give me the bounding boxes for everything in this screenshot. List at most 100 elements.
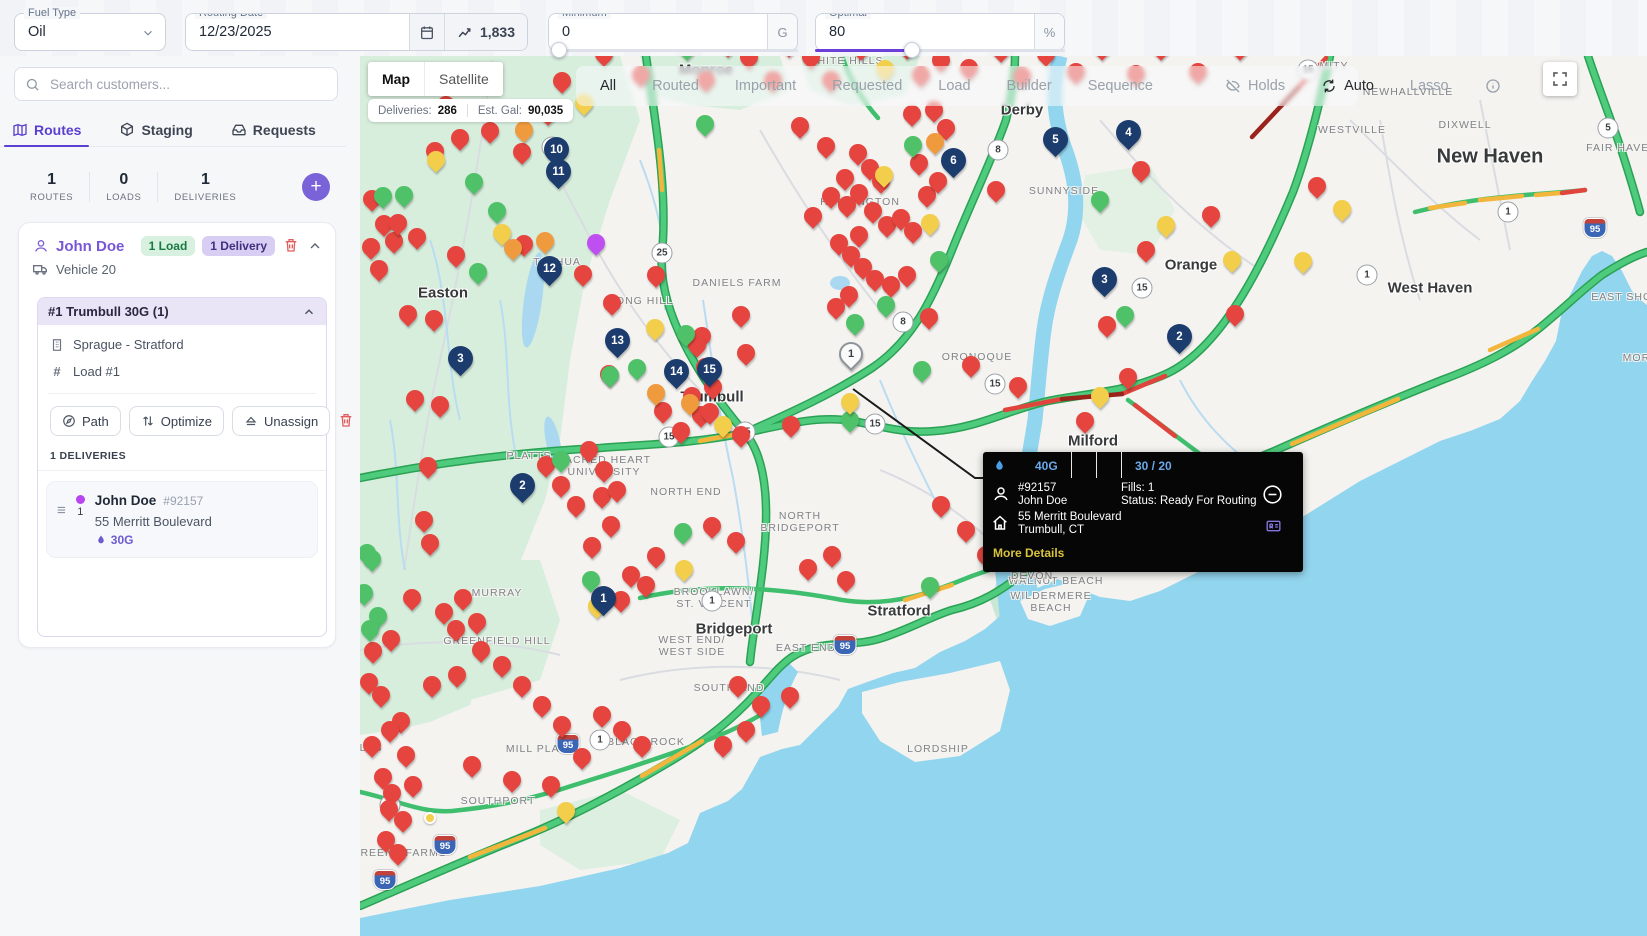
route-shield: 1	[1497, 201, 1519, 223]
map-filter-info[interactable]	[1485, 78, 1501, 94]
search-box[interactable]	[14, 67, 338, 101]
unassign-button[interactable]: Unassign	[232, 406, 331, 436]
more-details-link[interactable]: More Details	[993, 546, 1064, 560]
tank-icon	[98, 535, 104, 544]
stat-deliveries: 1 DELIVERIES	[174, 171, 237, 203]
routing-date-group: Routing Date 12/23/2025 1,833	[185, 13, 528, 51]
delivery-list-item[interactable]: ≡ 1 John Doe #92157 55 Merritt Boulevard …	[46, 481, 318, 558]
tab-staging[interactable]: Staging	[115, 114, 196, 146]
eject-icon	[245, 416, 257, 426]
person-icon	[994, 487, 1008, 501]
optimal-value: 80	[829, 24, 846, 40]
fuel-type-select[interactable]: Fuel Type Oil	[14, 7, 166, 51]
tooltip-gallons: 40G	[1035, 459, 1058, 473]
map-filter-auto[interactable]: Auto	[1321, 78, 1374, 94]
map-area-label: WEST END/WEST SIDE	[658, 634, 726, 658]
person-icon	[35, 240, 47, 252]
interstate-shield: 95	[433, 835, 457, 855]
home-icon	[993, 515, 1007, 530]
optimize-button[interactable]: Optimize	[128, 406, 225, 436]
search-input[interactable]	[48, 75, 327, 93]
optimal-slider-handle[interactable]	[904, 42, 920, 58]
tooltip-customer-name: John Doe	[1018, 495, 1068, 507]
chart-icon	[458, 27, 471, 37]
map-filter-routed[interactable]: Routed	[652, 78, 699, 94]
tab-routes[interactable]: Routes	[3, 114, 90, 147]
interstate-shield: 95	[833, 635, 857, 655]
map-filter-lasso[interactable]: Lasso	[1410, 78, 1449, 94]
fullscreen-button[interactable]	[1543, 62, 1577, 96]
map-icon	[13, 123, 27, 137]
delete-load-button[interactable]	[338, 412, 354, 430]
map-filter-all[interactable]: All	[600, 78, 616, 94]
map-canvas[interactable]: WHITE HILLSSTEPNEYHUNTINGTONSUNNYSIDEDAN…	[360, 56, 1647, 936]
eye-off-icon	[1226, 79, 1240, 93]
map-type-map[interactable]: Map	[368, 62, 424, 96]
minimum-input[interactable]: Minimum 0	[549, 14, 767, 50]
optimal-slider[interactable]	[815, 49, 1065, 52]
map-filter-load[interactable]: Load	[938, 78, 970, 94]
cube-icon	[121, 122, 134, 137]
sidebar-tabs: Routes Staging Requests	[0, 114, 346, 147]
routing-date-input[interactable]: Routing Date 12/23/2025	[186, 14, 409, 50]
tooltip-order-number: #92157	[1018, 482, 1057, 494]
map-area-label: MURRAY	[471, 587, 523, 599]
depot-label: Sprague - Stratford	[73, 337, 184, 352]
tab-routes-label: Routes	[34, 122, 82, 138]
routing-date-label: Routing Date	[195, 14, 268, 19]
tab-requests[interactable]: Requests	[227, 114, 320, 146]
map-filter-important[interactable]: Important	[735, 78, 796, 94]
minimum-slider[interactable]	[552, 49, 798, 52]
tooltip-fills: Fills: 1	[1121, 482, 1155, 494]
sidebar: Routes Staging Requests 1ROUTES 0LOADS 1…	[0, 56, 360, 936]
route-stats: 1 ROUTES 0 LOADS 1 DELIVERIES +	[14, 164, 338, 210]
optimal-input[interactable]: Optimal 80	[816, 14, 1034, 50]
map-filter-sequence[interactable]: Sequence	[1088, 78, 1153, 94]
topbar: Fuel Type Oil Routing Date 12/23/2025 1,…	[0, 0, 1647, 58]
minimum-label: Minimum	[558, 14, 611, 19]
map-filter-toolbar: All Routed Important Requested Load Builder Se…	[576, 66, 1500, 106]
route-shield: 5	[1597, 117, 1619, 139]
path-button[interactable]: Path	[50, 406, 121, 436]
drag-handle-icon[interactable]: ≡	[57, 492, 66, 547]
map-type-satellite[interactable]: Satellite	[424, 62, 503, 96]
map-city-label: Orange	[1164, 256, 1218, 274]
minimum-group: Minimum 0 G	[548, 13, 798, 51]
gallons-stat[interactable]: 1,833	[443, 14, 527, 50]
map-area-label: DANIELS FARM	[692, 277, 782, 289]
delete-route-button[interactable]	[282, 237, 300, 255]
search-icon	[26, 78, 39, 91]
chevron-down-icon	[144, 30, 152, 36]
minimum-slider-handle[interactable]	[551, 42, 567, 58]
droplet-icon	[996, 460, 1003, 470]
map-filter-requested[interactable]: Requested	[832, 78, 902, 94]
stop-sequence: 1	[77, 506, 84, 518]
load-group-title: #1 Trumbull 30G (1)	[48, 304, 169, 319]
delivery-badge[interactable]: 1 Delivery	[202, 236, 275, 256]
map-filter-holds[interactable]: Holds	[1225, 78, 1285, 94]
stat-loads: 0 LOADS	[106, 171, 142, 203]
map-filter-builder[interactable]: Builder	[1007, 78, 1052, 94]
stop-color-dot	[75, 495, 85, 504]
collapse-route-icon[interactable]	[307, 238, 323, 254]
route-shield: 8	[892, 311, 914, 333]
contact-card-icon[interactable]	[1264, 518, 1283, 534]
map-area-label: DIXWELL	[1438, 119, 1492, 131]
minimum-value: 0	[562, 24, 571, 40]
delivery-address: 55 Merritt Boulevard	[94, 514, 212, 529]
add-route-button[interactable]: +	[302, 173, 330, 201]
load-badge[interactable]: 1 Load	[140, 236, 196, 256]
driver-name[interactable]: John Doe	[56, 238, 124, 255]
stat-routes: 1 ROUTES	[30, 171, 74, 203]
estimated-gallons: 90,035	[527, 104, 564, 117]
route-shield: 15	[984, 373, 1006, 395]
load-group-header[interactable]: #1 Trumbull 30G (1)	[38, 298, 326, 325]
map-city-label: New Haven	[1436, 145, 1544, 168]
route-shield: 15	[864, 413, 886, 435]
calendar-button[interactable]	[408, 14, 444, 50]
fuel-type-value: Oil	[28, 24, 46, 40]
remove-stop-icon[interactable]	[1262, 484, 1283, 505]
routing-date-value: 12/23/2025	[199, 24, 272, 40]
minimum-suffix: G	[767, 14, 797, 50]
collapse-group-icon[interactable]	[302, 305, 316, 319]
